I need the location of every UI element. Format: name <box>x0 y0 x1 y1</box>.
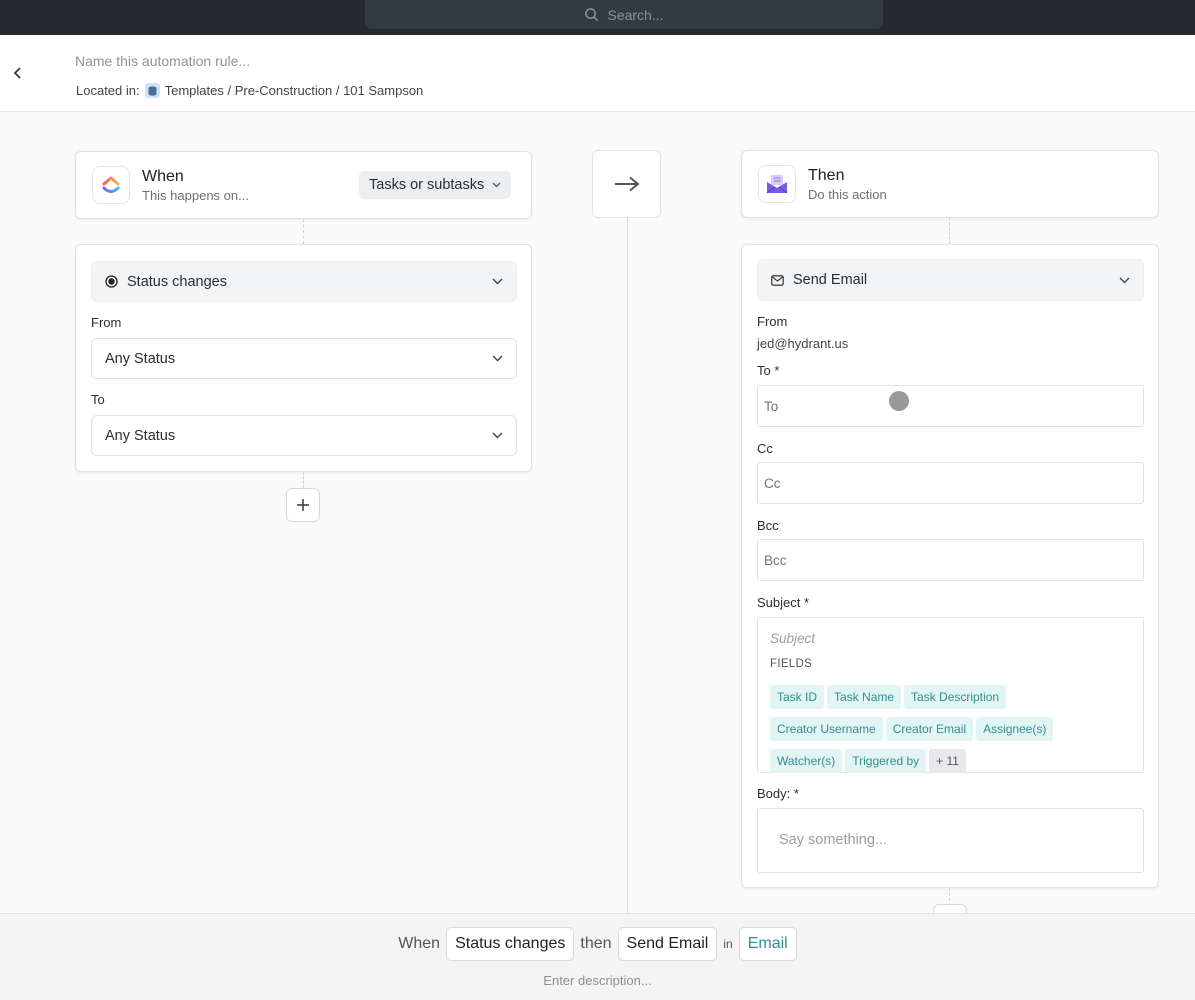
email-bcc-field[interactable] <box>757 539 1144 581</box>
trigger-connector <box>303 219 304 244</box>
from-status-select[interactable]: Any Status <box>91 338 517 379</box>
flow-arrow <box>592 150 661 218</box>
center-divider <box>627 218 628 913</box>
rule-summary-bar: When Status changes then Send Email in E… <box>0 913 1195 1000</box>
plus-icon <box>297 499 309 511</box>
action-title: Then <box>808 167 845 184</box>
email-cc-label: Cc <box>757 441 773 456</box>
trigger-event-select[interactable]: Status changes <box>91 261 517 302</box>
email-subject-editor[interactable]: Subject FIELDS Task ID Task Name Task Desc… <box>757 617 1144 773</box>
to-status-value: Any Status <box>105 427 176 444</box>
from-status-value: Any Status <box>105 350 176 367</box>
database-icon <box>144 83 160 98</box>
email-body-editor[interactable]: Say something... <box>757 808 1144 873</box>
trigger-title: When <box>142 168 184 185</box>
summary-target-pill[interactable]: Email <box>738 927 797 961</box>
field-tag[interactable]: Task ID <box>770 685 825 709</box>
from-status-label: From <box>91 315 122 330</box>
email-bcc-label: Bcc <box>757 518 779 533</box>
summary-trigger-pill[interactable]: Status changes <box>446 927 575 961</box>
email-cc-field[interactable] <box>757 462 1144 504</box>
email-to-field[interactable] <box>757 385 1144 427</box>
fields-heading: FIELDS <box>770 658 813 670</box>
action-subtitle: Do this action <box>808 187 887 202</box>
field-tag[interactable]: Watcher(s) <box>770 749 843 773</box>
summary-when: When <box>398 935 441 952</box>
search-placeholder: Search... <box>607 6 664 23</box>
trigger-config-card: Status changes From Any Status To Any St… <box>75 244 532 472</box>
fields-tag-list: Task ID Task Name Task Description Creator… <box>770 685 1131 781</box>
field-tag[interactable]: Creator Email <box>885 717 974 741</box>
email-to-label: To * <box>757 363 780 378</box>
rule-name-input[interactable] <box>75 53 475 69</box>
chevron-down-icon <box>492 355 503 362</box>
summary-action-pill[interactable]: Send Email <box>617 927 718 961</box>
clickup-logo-icon <box>92 166 130 204</box>
add-condition-button[interactable] <box>286 488 320 522</box>
cursor-indicator <box>889 391 909 411</box>
rule-header: Located in: Templates / Pre-Construction… <box>0 35 1195 112</box>
body-placeholder: Say something... <box>779 832 887 848</box>
status-radio-icon <box>105 275 118 288</box>
subject-placeholder: Subject <box>770 631 816 646</box>
located-label: Located in: <box>76 83 140 98</box>
to-status-label: To <box>91 392 105 407</box>
trigger-event-label: Status changes <box>127 273 227 290</box>
field-tag[interactable]: Assignee(s) <box>976 717 1054 741</box>
back-button[interactable] <box>9 63 27 83</box>
located-path[interactable]: Templates / Pre-Construction / 101 Samps… <box>165 83 424 98</box>
arrow-right-icon <box>614 176 640 192</box>
field-tag[interactable]: Triggered by <box>845 749 927 773</box>
trigger-header-card: When This happens on... Tasks or subtask… <box>75 151 532 219</box>
email-from-label: From <box>757 314 788 329</box>
chevron-down-icon <box>492 182 501 188</box>
action-type-select[interactable]: Send Email <box>757 259 1144 301</box>
chevron-down-icon <box>492 278 503 285</box>
action-config-card: Send Email From jed@hydrant.us To * Cc B… <box>741 244 1159 888</box>
action-header-card: Then Do this action <box>741 150 1159 218</box>
trigger-subtitle: This happens on... <box>142 188 249 203</box>
field-tag[interactable]: Task Description <box>904 685 1007 709</box>
email-body-label: Body: * <box>757 786 799 801</box>
chevron-left-icon <box>13 67 21 79</box>
summary-then: then <box>580 935 612 952</box>
search-icon <box>585 8 599 22</box>
top-bar: Search... <box>0 0 1195 35</box>
summary-in: in <box>723 937 733 951</box>
chevron-down-icon <box>492 432 503 439</box>
field-tag[interactable]: Task Name <box>827 685 902 709</box>
email-envelope-icon <box>758 165 796 203</box>
email-subject-label: Subject * <box>757 595 810 610</box>
trigger-scope-dropdown[interactable]: Tasks or subtasks <box>359 171 512 199</box>
to-status-select[interactable]: Any Status <box>91 415 517 456</box>
rule-summary: When Status changes then Send Email in E… <box>0 927 1195 961</box>
description-input[interactable]: Enter description... <box>0 973 1195 988</box>
global-search[interactable]: Search... <box>365 0 883 29</box>
more-fields-tag[interactable]: + 11 <box>929 749 966 773</box>
action-connector <box>949 218 950 244</box>
action-type-label: Send Email <box>793 272 868 288</box>
location-breadcrumb: Located in: Templates / Pre-Construction… <box>76 83 423 98</box>
field-tag[interactable]: Creator Username <box>770 717 883 741</box>
trigger-scope-label: Tasks or subtasks <box>369 177 485 193</box>
add-connector <box>303 472 304 488</box>
chevron-down-icon <box>1119 277 1130 283</box>
mail-icon <box>771 274 784 286</box>
email-from-value: jed@hydrant.us <box>757 336 849 351</box>
